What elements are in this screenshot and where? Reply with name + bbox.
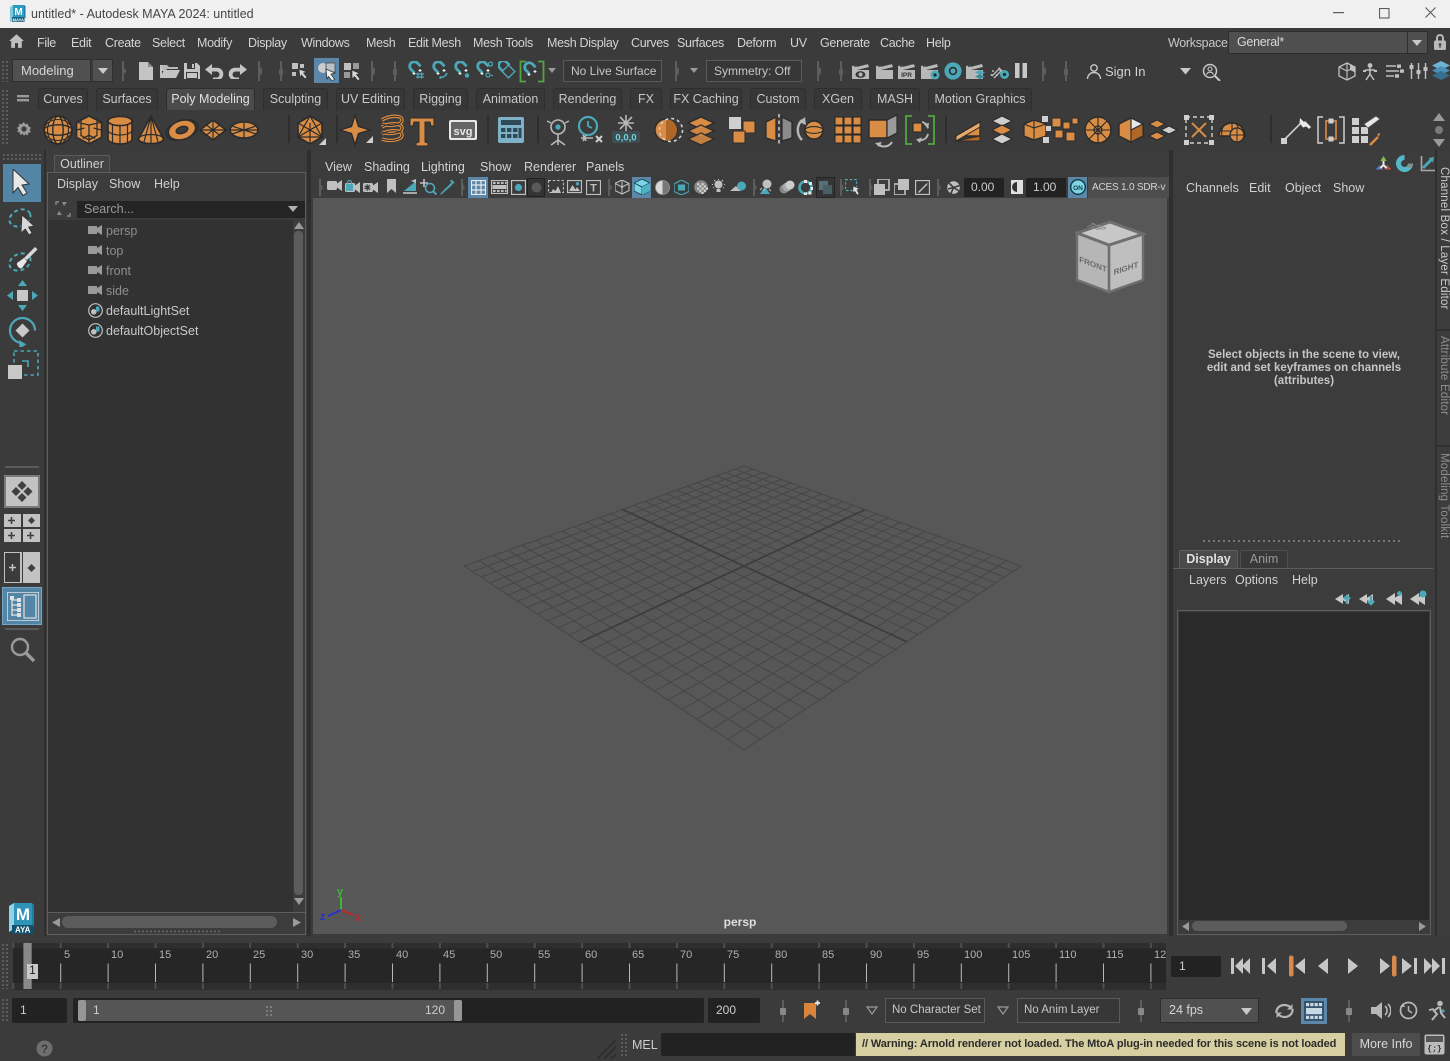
svg-text:0,0,0: 0,0,0: [615, 133, 636, 144]
svg-text:y: y: [337, 886, 344, 898]
svg-text:svg: svg: [454, 126, 473, 138]
svg-text:ON: ON: [1073, 185, 1083, 192]
svg-text:{;}: {;}: [1427, 1045, 1442, 1054]
svg-text:?: ?: [41, 1042, 48, 1056]
svg-text:MAYA: MAYA: [13, 17, 25, 22]
svg-text:AYA: AYA: [15, 926, 31, 935]
svg-text:M: M: [16, 905, 30, 924]
svg-text:T: T: [590, 183, 597, 195]
svg-text:IPR: IPR: [901, 72, 912, 79]
